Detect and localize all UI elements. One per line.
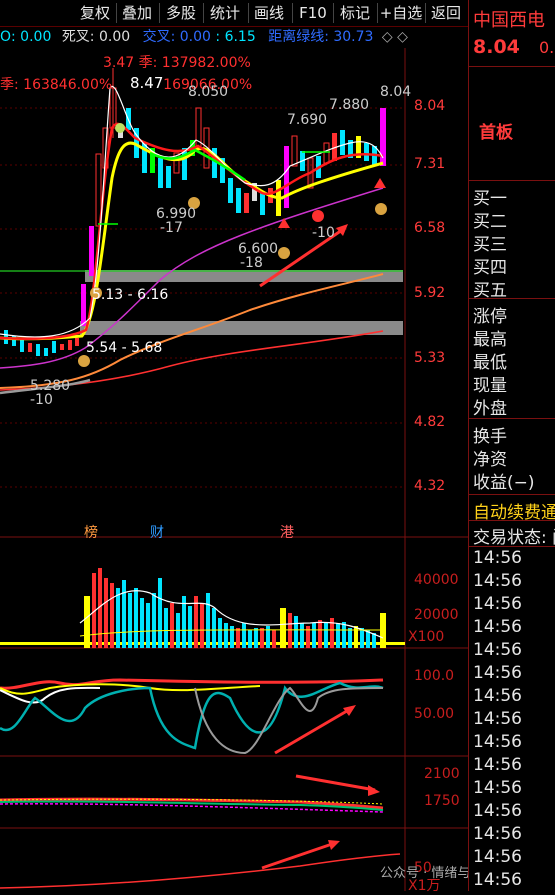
- annotation-red1b: 3.47 季: 137982.00%: [103, 55, 251, 71]
- axis-4-32: 4.32: [414, 478, 446, 494]
- stat-volume: 现量: [473, 376, 507, 396]
- tick-time: 14:56: [473, 755, 522, 775]
- axis-5-33: 5.33: [414, 350, 446, 366]
- stat-low: 最低: [473, 353, 507, 373]
- axis-5-92: 5.92: [414, 285, 446, 301]
- quote-panel: 中国西电 8.04 0.73 首板 买一 买二 买三 买四 买五 涨停 最高 最…: [468, 0, 555, 891]
- stat-high: 最高: [473, 330, 507, 350]
- kline-chart[interactable]: [0, 48, 468, 891]
- delta-m10: -10: [30, 392, 53, 408]
- price-7880: 7.880: [329, 97, 370, 113]
- annotation-red1: 季: 163846.00%: [0, 77, 113, 93]
- tick-time: 14:56: [473, 686, 522, 706]
- toolbar-restore-rights[interactable]: 复权: [76, 3, 114, 23]
- resistance-band-lower: [80, 321, 403, 335]
- stock-change: 0.73: [539, 38, 555, 57]
- axis-8-04: 8.04: [414, 98, 446, 114]
- volume-bars: [0, 568, 405, 648]
- delta-m18: -18: [240, 255, 263, 271]
- stat-turnover: 换手: [473, 427, 507, 447]
- stat-limit-up: 涨停: [473, 307, 507, 327]
- delta-m10b: -10: [312, 225, 335, 241]
- toolbar-mark[interactable]: 标记: [336, 3, 374, 23]
- toolbar-draw-line[interactable]: 画线: [250, 3, 288, 23]
- tick-time: 14:56: [473, 594, 522, 614]
- range-label-1: 5.13 - 6.16: [92, 287, 169, 303]
- indicator-line: Ο: 0.00 死叉: 0.00 交叉: 0.00 : 6.15 距离绿线: 3…: [0, 26, 408, 48]
- indicator-death-cross: 死叉: 0.00: [61, 29, 131, 45]
- bid-1: 买一: [473, 189, 507, 209]
- oscillator: [0, 678, 384, 755]
- tag-bang[interactable]: 榜: [84, 522, 98, 542]
- toolbar-multi-stock[interactable]: 多股: [162, 3, 200, 23]
- tick-time: 14:56: [473, 663, 522, 683]
- toolbar: 复权 叠加 多股 统计 画线 F10 标记 +自选 返回: [0, 0, 468, 27]
- bid-4: 买四: [473, 258, 507, 278]
- trade-status: 交易状态: 闭: [473, 528, 555, 548]
- limit-badge: 首板: [479, 123, 513, 143]
- range-label-2: 5.54 - 5.68: [86, 340, 163, 356]
- stock-price: 8.04: [473, 36, 520, 58]
- tag-cai[interactable]: 财: [150, 522, 164, 542]
- stock-name[interactable]: 中国西电: [473, 6, 545, 32]
- axis-100: 100.0: [414, 668, 455, 684]
- stat-earnings: 收益(−): [473, 473, 535, 493]
- tag-gang[interactable]: 港: [280, 522, 294, 542]
- indicator-a: Ο: 0.00: [0, 29, 52, 45]
- bid-3: 买三: [473, 235, 507, 255]
- axis-4-82: 4.82: [414, 414, 446, 430]
- price-7690: 7.690: [287, 112, 328, 128]
- toolbar-add-watchlist[interactable]: +自选: [379, 3, 423, 23]
- axis-6-58: 6.58: [414, 220, 446, 236]
- top-price-label: 8.04: [380, 84, 412, 100]
- axis-20000: 20000: [414, 607, 459, 623]
- tick-time: 14:56: [473, 571, 522, 591]
- toolbar-f10[interactable]: F10: [296, 3, 330, 23]
- stat-outer: 外盘: [473, 399, 507, 419]
- delta-m17: -17: [160, 220, 183, 236]
- axis-1750: 1750: [424, 793, 460, 809]
- indicator-golden-cross: 交叉: 0.00: [142, 29, 211, 45]
- high-label: 8.47: [130, 74, 164, 92]
- tick-time: 14:56: [473, 870, 522, 890]
- tick-time: 14:56: [473, 801, 522, 821]
- axis-x100: X100: [408, 629, 445, 645]
- toolbar-overlay[interactable]: 叠加: [118, 3, 156, 23]
- tick-time: 14:56: [473, 548, 522, 568]
- bottom-indicator: [0, 840, 401, 889]
- toolbar-statistics[interactable]: 统计: [206, 3, 244, 23]
- axis-40000: 40000: [414, 572, 459, 588]
- price-8050: 8.050: [188, 84, 229, 100]
- indicator-distance-green: 距离绿线: 30.73: [268, 29, 374, 45]
- axis-2100: 2100: [424, 766, 460, 782]
- tick-time: 14:56: [473, 847, 522, 867]
- tick-time: 14:56: [473, 732, 522, 752]
- indicator-value: : 6.15: [215, 29, 256, 45]
- tick-time: 14:56: [473, 824, 522, 844]
- axis-50: 50.00: [414, 706, 455, 722]
- indicator-diamond-icon: ◇ ◇: [381, 29, 408, 45]
- tick-time: 14:56: [473, 617, 522, 637]
- axis-7-31: 7.31: [414, 156, 446, 172]
- lower-indicator: [0, 774, 384, 813]
- tick-time: 14:56: [473, 640, 522, 660]
- tick-time: 14:56: [473, 709, 522, 729]
- bid-2: 买二: [473, 212, 507, 232]
- toolbar-back[interactable]: 返回: [427, 3, 465, 23]
- stat-net-assets: 净资: [473, 450, 507, 470]
- tick-time: 14:56: [473, 778, 522, 798]
